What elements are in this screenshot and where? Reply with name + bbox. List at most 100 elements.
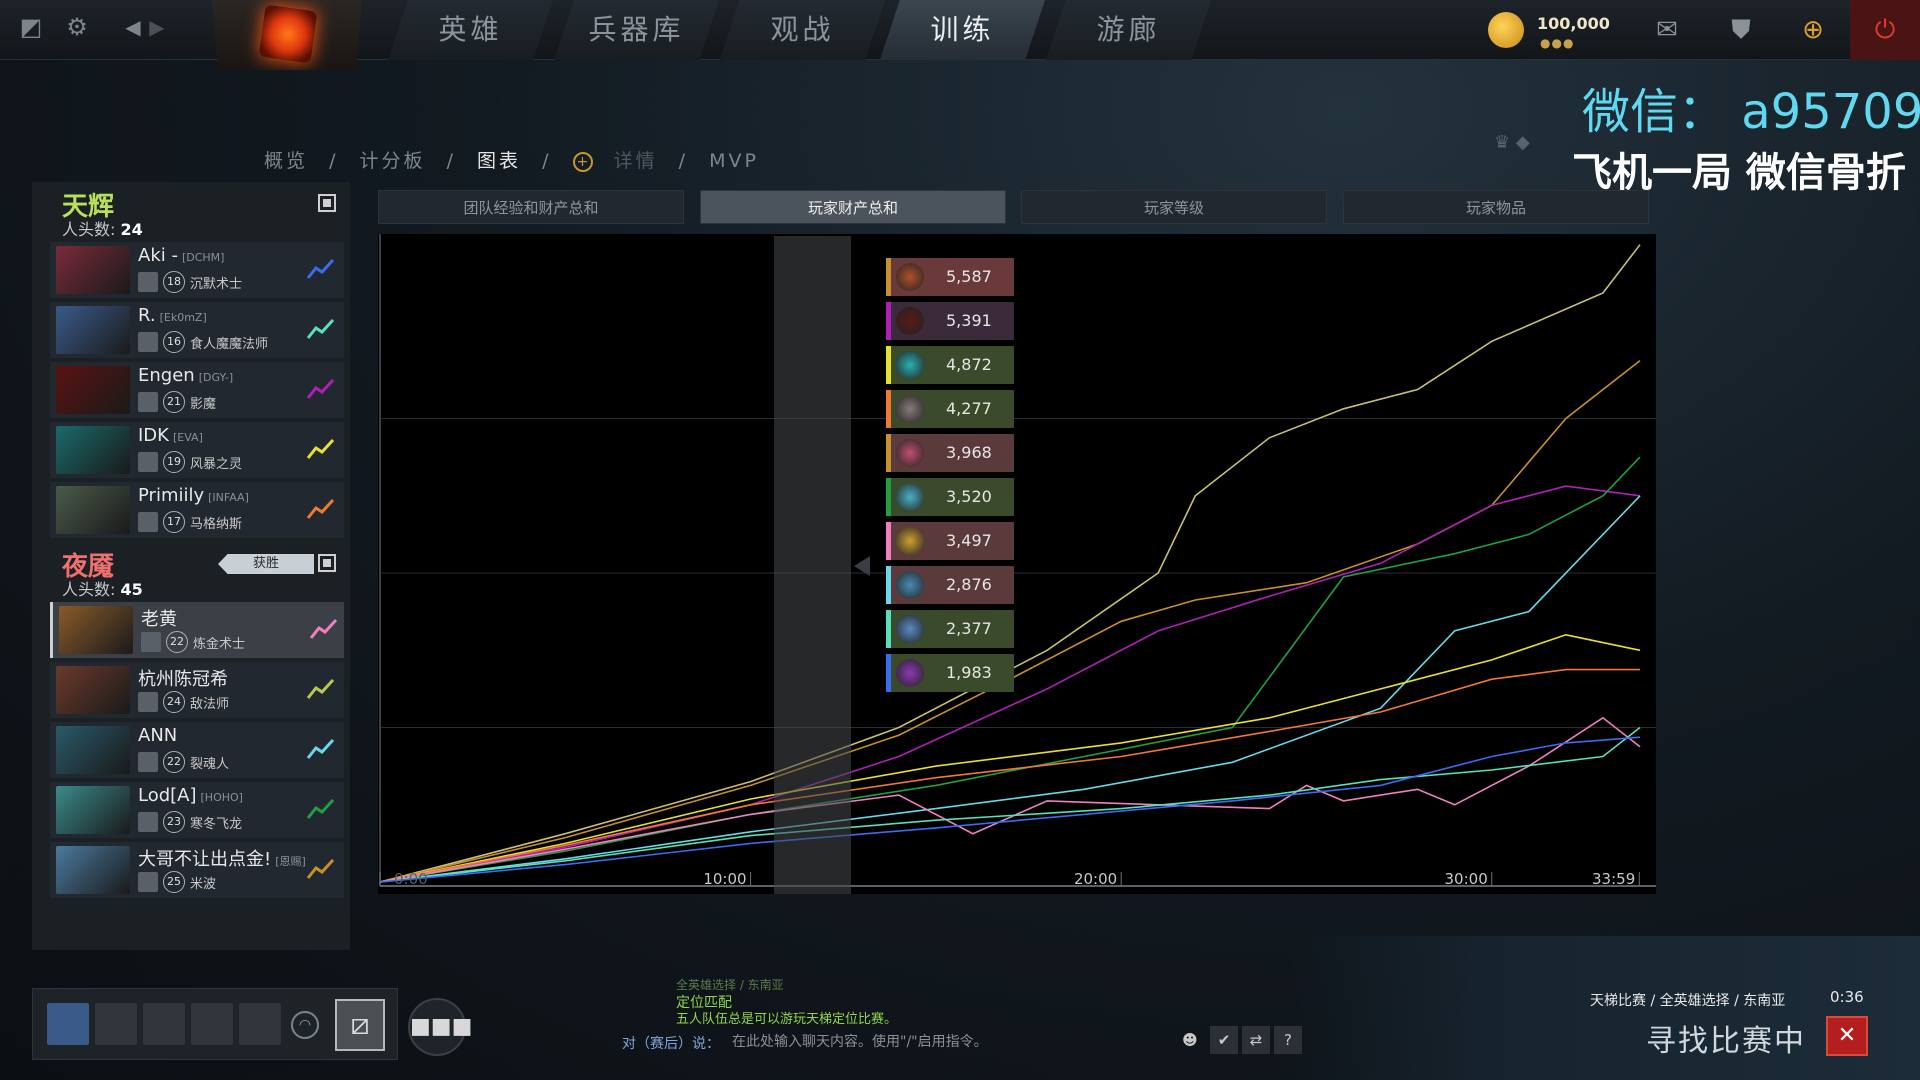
networth-value: 5,391 — [946, 311, 992, 330]
dota-plus-icon[interactable]: ⊕ — [1778, 0, 1848, 60]
chat-channel-label[interactable]: 对（赛后）说： — [622, 1033, 720, 1053]
hero-portrait — [56, 366, 130, 414]
tab-player-networth[interactable]: 玩家财产总和 — [700, 190, 1006, 224]
player-name: Aki - [DCHM] — [138, 245, 224, 266]
tab-heroes[interactable]: 英雄 — [388, 0, 553, 60]
networth-value: 3,968 — [946, 443, 992, 462]
graph-line-toggle-icon[interactable] — [306, 376, 336, 402]
hero-portrait — [56, 726, 130, 774]
graph-line-toggle-icon[interactable] — [306, 436, 336, 462]
player-row[interactable]: Aki - [DCHM] 18 沉默术士 — [50, 242, 344, 298]
forward-arrow-icon[interactable]: ▶ — [142, 12, 172, 42]
networth-chart[interactable]: 0:00 10:00 20:00 30:00 33:59 — [378, 234, 1656, 894]
party-menu-button[interactable]: ■■■ — [408, 998, 472, 1056]
graph-line-toggle-icon[interactable] — [309, 616, 339, 642]
breadcrumb: 概览 / 计分板 / 图表 / + 详情 / MVP — [264, 146, 771, 173]
x-tick-label: 20:00 — [1074, 870, 1117, 888]
player-tag: [EVA] — [172, 431, 203, 444]
crumb-graphs[interactable]: 图表 — [477, 150, 521, 172]
player-row[interactable]: Primiily [INFAA] 17 马格纳斯 — [50, 482, 344, 538]
series-color-swatch — [886, 654, 891, 692]
graph-line-toggle-icon[interactable] — [306, 796, 336, 822]
dire-kills-label: 人头数: — [62, 580, 116, 599]
chat-wheel-icon[interactable]: ⇄ — [1242, 1026, 1270, 1054]
crumb-scoreboard[interactable]: 计分板 — [360, 150, 426, 172]
player-level: 18 — [163, 271, 185, 293]
matchmaking-mode: 天梯比赛 / 全英雄选择 / 东南亚 — [1590, 993, 1786, 1009]
settings-gear-icon[interactable]: ⚙ — [62, 12, 92, 42]
party-slot[interactable] — [95, 1003, 137, 1045]
gold-amount: 100,000 — [1537, 14, 1610, 33]
tab-player-items[interactable]: 玩家物品 — [1343, 190, 1649, 224]
series-line — [379, 716, 1641, 883]
mail-icon[interactable]: ✉ — [1632, 0, 1702, 60]
player-row[interactable]: R. [Ek0mZ] 16 食人魔魔法师 — [50, 302, 344, 358]
player-level: 22 — [166, 631, 188, 653]
crumb-mvp[interactable]: MVP — [709, 150, 759, 172]
tab-armory[interactable]: 兵器库 — [554, 0, 719, 60]
radiant-kills-label: 人头数: — [62, 220, 116, 239]
radiant-toggle-checkbox[interactable] — [318, 194, 336, 212]
party-slot[interactable] — [143, 1003, 185, 1045]
player-row[interactable]: 老黄 22 炼金术士 — [50, 602, 344, 658]
armory-shield-icon[interactable]: ⛊ — [1706, 0, 1776, 60]
graph-line-toggle-icon[interactable] — [306, 316, 336, 342]
party-slot[interactable] — [191, 1003, 233, 1045]
player-row[interactable]: Lod[A] [HOHO] 23 寒冬飞龙 — [50, 782, 344, 838]
voice-headset-icon[interactable]: ◠ — [291, 1011, 319, 1039]
hero-role-icon — [138, 512, 158, 532]
series-color-swatch — [886, 522, 891, 560]
player-level: 21 — [163, 391, 185, 413]
graph-line-toggle-icon[interactable] — [306, 736, 336, 762]
rank-medal-icon[interactable]: ⧄ — [335, 999, 385, 1051]
networth-value: 2,377 — [946, 619, 992, 638]
graph-line-toggle-icon[interactable] — [306, 496, 336, 522]
tab-player-level[interactable]: 玩家等级 — [1021, 190, 1327, 224]
player-row[interactable]: Engen [DGY-] 21 影魔 — [50, 362, 344, 418]
chart-hover-band — [774, 236, 851, 894]
tab-team-xp-gold[interactable]: 团队经验和财产总和 — [378, 190, 684, 224]
winner-badge: 获胜 — [218, 554, 314, 574]
player-row[interactable]: IDK [EVA] 19 风暴之灵 — [50, 422, 344, 478]
player-name-text: Engen — [138, 365, 195, 386]
dota-plus-small-icon: + — [572, 151, 593, 172]
graph-line-toggle-icon[interactable] — [306, 856, 336, 882]
chat-message: 五人队伍总是可以游玩天梯定位比赛。 — [676, 1012, 898, 1027]
dota-logo-icon[interactable]: ◩ — [16, 12, 46, 42]
party-bar: ◠ ⧄ — [32, 988, 398, 1060]
graph-line-toggle-icon[interactable] — [306, 676, 336, 702]
crumb-separator: / — [542, 150, 552, 172]
player-level: 23 — [163, 811, 185, 833]
crumb-overview[interactable]: 概览 — [264, 150, 308, 172]
player-name-text: Lod[A] — [138, 785, 197, 806]
x-tick-label: 30:00 — [1445, 870, 1488, 888]
tab-arcade[interactable]: 游廊 — [1046, 0, 1211, 60]
power-icon[interactable]: ⏻ — [1850, 0, 1920, 60]
crumb-details[interactable]: 详情 — [614, 150, 658, 172]
tooltip-row: 4,277 — [886, 390, 1014, 428]
tab-learn[interactable]: 训练 — [880, 0, 1045, 60]
graph-line-toggle-icon[interactable] — [306, 256, 336, 282]
dota-home-button[interactable] — [212, 0, 362, 70]
tab-watch[interactable]: 观战 — [720, 0, 885, 60]
dire-toggle-checkbox[interactable] — [318, 554, 336, 572]
player-name-text: Aki - — [138, 245, 178, 266]
party-avatar-self[interactable] — [47, 1003, 89, 1045]
ready-check-icon[interactable]: ✔ — [1210, 1026, 1238, 1054]
player-level: 22 — [163, 751, 185, 773]
player-row[interactable]: 大哥不让出点金! [恩赐] 25 米波 — [50, 842, 344, 898]
chat-input[interactable] — [732, 1031, 1172, 1053]
top-nav-bar: ◩ ⚙ ◀ ▶ 英雄 兵器库 观战 训练 游廊 100,000 ●●● ✉ ⛊ … — [0, 0, 1920, 70]
networth-value: 3,520 — [946, 487, 992, 506]
player-name: IDK [EVA] — [138, 425, 203, 446]
party-slot[interactable] — [239, 1003, 281, 1045]
player-row[interactable]: ANN 22 裂魂人 — [50, 722, 344, 778]
tooltip-row: 3,968 — [886, 434, 1014, 472]
hero-role-icon — [138, 392, 158, 412]
player-tag: [HOHO] — [200, 791, 243, 804]
player-row[interactable]: 杭州陈冠希 24 敌法师 — [50, 662, 344, 718]
hero-portrait — [56, 846, 130, 894]
cancel-search-button[interactable]: ✕ — [1826, 1016, 1868, 1056]
player-name: Primiily [INFAA] — [138, 485, 249, 506]
emoji-icon[interactable]: ☻ — [1176, 1026, 1204, 1054]
